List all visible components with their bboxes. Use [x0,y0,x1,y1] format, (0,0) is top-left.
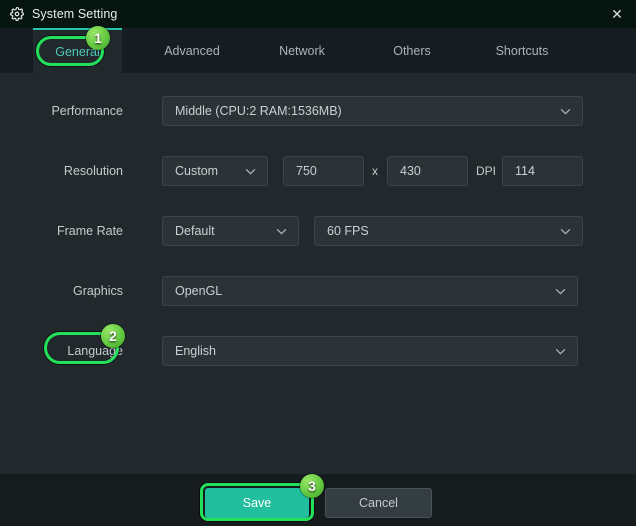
chevron-down-icon [560,228,571,235]
gear-icon [10,7,24,21]
frame-rate-mode-value: Default [175,224,215,238]
tab-advanced[interactable]: Advanced [142,28,242,73]
language-select[interactable]: English [162,336,578,366]
save-button[interactable]: Save [205,488,309,518]
resolution-mode-select[interactable]: Custom [162,156,268,186]
frame-rate-fps-select[interactable]: 60 FPS [314,216,583,246]
frame-rate-fps-value: 60 FPS [327,224,369,238]
graphics-label: Graphics [72,284,123,298]
performance-value: Middle (CPU:2 RAM:1536MB) [175,104,342,118]
resolution-height-input[interactable]: 430 [387,156,468,186]
language-value: English [175,344,216,358]
row-resolution: Resolution Custom 750 x 430 DPI 114 [0,156,636,186]
dpi-input[interactable]: 114 [502,156,583,186]
cancel-button[interactable]: Cancel [325,488,432,518]
frame-rate-label: Frame Rate [57,224,123,238]
chevron-down-icon [276,228,287,235]
resolution-label: Resolution [63,164,123,178]
performance-select[interactable]: Middle (CPU:2 RAM:1536MB) [162,96,583,126]
chevron-down-icon [555,288,566,295]
chevron-down-icon [555,348,566,355]
tab-shortcuts[interactable]: Shortcuts [472,28,572,73]
chevron-down-icon [560,108,571,115]
system-setting-dialog: System Setting ✕ General Advanced Networ… [0,0,636,526]
tab-general[interactable]: General [33,28,122,73]
frame-rate-mode-select[interactable]: Default [162,216,299,246]
resolution-width-input[interactable]: 750 [283,156,364,186]
performance-label: Performance [51,104,123,118]
window-title: System Setting [32,7,118,21]
resolution-separator: x [372,164,378,178]
chevron-down-icon [245,168,256,175]
row-performance: Performance Middle (CPU:2 RAM:1536MB) [0,96,636,126]
row-frame-rate: Frame Rate Default 60 FPS [0,216,636,246]
row-language: Language English [0,336,636,366]
row-graphics: Graphics OpenGL [0,276,636,306]
settings-content: Performance Middle (CPU:2 RAM:1536MB) Re… [0,73,636,474]
graphics-value: OpenGL [175,284,223,298]
dialog-footer: Save Cancel [0,474,636,526]
graphics-select[interactable]: OpenGL [162,276,578,306]
resolution-mode-value: Custom [175,164,219,178]
tab-others[interactable]: Others [362,28,462,73]
dpi-label: DPI [476,164,497,178]
tabbar: General Advanced Network Others Shortcut… [0,28,636,73]
close-icon[interactable]: ✕ [598,0,636,28]
language-label: Language [67,344,123,358]
tab-network[interactable]: Network [252,28,352,73]
titlebar: System Setting ✕ [0,0,636,28]
